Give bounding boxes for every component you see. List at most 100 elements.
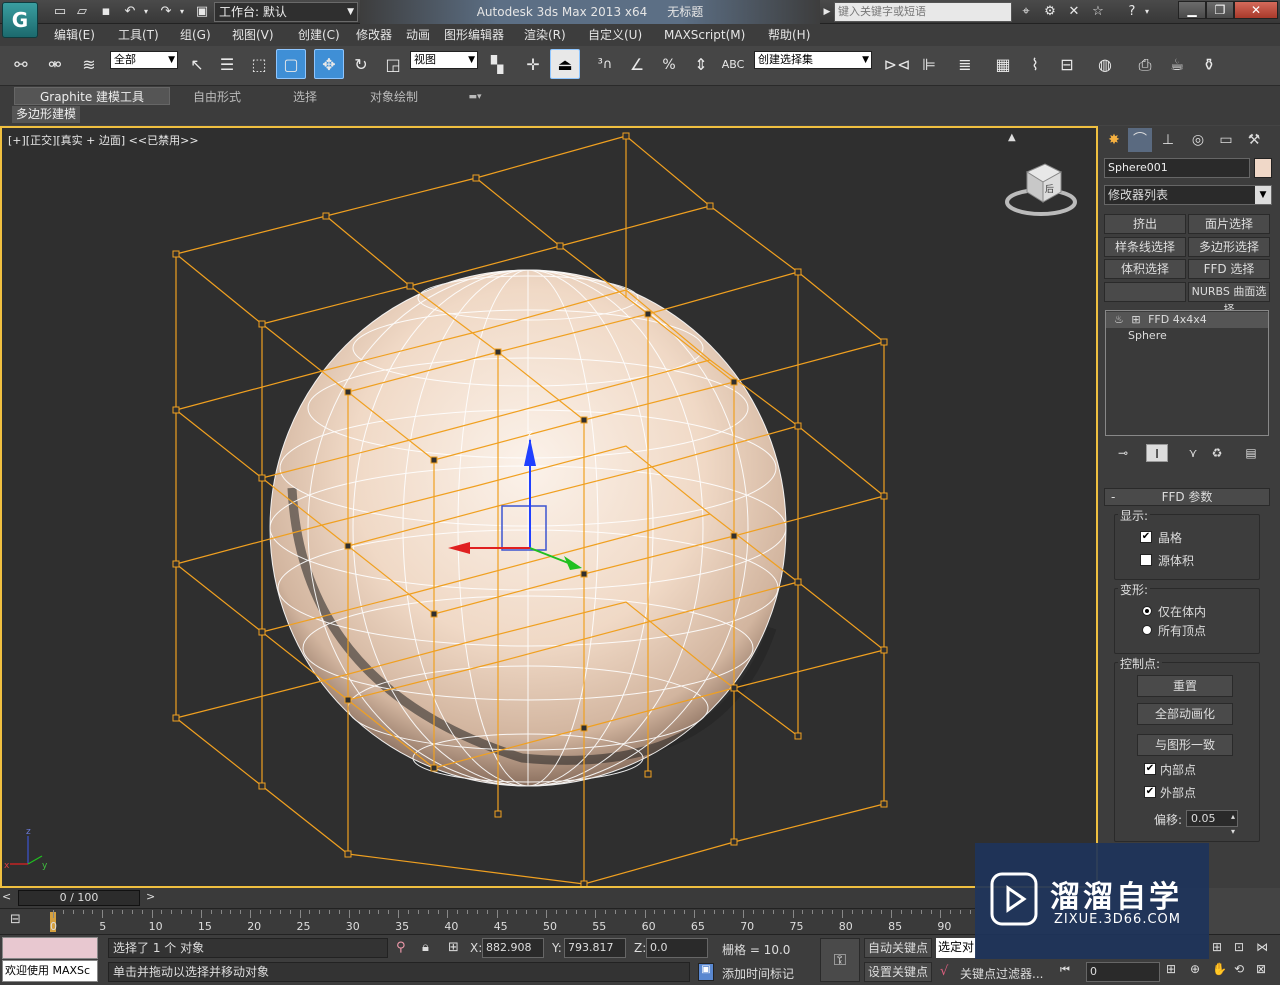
collapse-minus-icon[interactable]: - [1111, 489, 1115, 505]
named-selection-sets-select[interactable]: 创建选择集 ▼ [754, 51, 872, 69]
patch-select-button[interactable]: 面片选择 [1188, 214, 1270, 234]
y-coordinate-field[interactable]: 793.817 [564, 938, 626, 958]
zoom-icon[interactable]: ⊕ [1190, 962, 1200, 976]
auto-key-button[interactable]: 自动关键点 [864, 938, 932, 958]
ribbon-options-dropdown-icon[interactable]: ▬▾ [460, 88, 490, 106]
hierarchy-panel-icon[interactable]: ⊥ [1156, 128, 1180, 152]
modifier-list-select[interactable]: 修改器列表 ▼ [1104, 185, 1272, 205]
make-unique-icon[interactable]: ⋎ [1182, 444, 1204, 462]
motion-panel-icon[interactable]: ◎ [1186, 128, 1210, 152]
tab-freeform[interactable]: 自由形式 [180, 88, 254, 106]
inside-volume-radio[interactable] [1142, 606, 1152, 616]
isolate-selection-icon[interactable]: ⚲ [396, 940, 406, 955]
layer-manager-icon[interactable]: ≣ [950, 50, 980, 80]
menu-item[interactable]: 自定义(U) [588, 24, 642, 46]
menu-item[interactable]: 编辑(E) [54, 24, 95, 46]
percent-snap-icon[interactable]: % [654, 50, 684, 80]
offset-spinner[interactable]: 0.05 ▴ ▾ [1186, 810, 1238, 836]
open-file-icon[interactable]: ▱ [72, 3, 92, 21]
z-coordinate-field[interactable]: 0.0 [646, 938, 708, 958]
time-prev-icon[interactable]: < [2, 890, 11, 903]
object-name-field[interactable]: Sphere001 [1104, 158, 1250, 178]
absolute-mode-icon[interactable]: ⊞ [448, 940, 459, 955]
lattice-checkbox[interactable]: ✔ [1140, 531, 1152, 543]
key-filters-button[interactable]: 关键点过滤器... [960, 965, 1043, 982]
favorites-star-icon[interactable]: ☆ [1088, 3, 1108, 21]
spline-select-button[interactable]: 样条线选择 [1104, 237, 1186, 257]
save-file-icon[interactable]: ▪ [96, 3, 116, 21]
new-file-icon[interactable]: ▭ [50, 3, 70, 21]
select-and-manipulate-icon[interactable]: ✛ [518, 50, 548, 80]
object-color-swatch[interactable] [1254, 158, 1272, 178]
selection-filter-select[interactable]: 全部 ▼ [110, 51, 178, 69]
time-next-icon[interactable]: > [146, 890, 155, 903]
help-icon[interactable]: ? [1122, 3, 1142, 21]
maximize-viewport-icon[interactable]: ⊠ [1256, 962, 1266, 976]
menu-item[interactable]: MAXScript(M) [664, 24, 745, 46]
material-editor-icon[interactable]: ◍ [1090, 50, 1120, 80]
polygon-modeling-panel[interactable]: 多边形建模 [12, 106, 80, 123]
render-production-icon[interactable]: ⚱ [1194, 50, 1224, 80]
poly-select-button[interactable]: 多边形选择 [1188, 237, 1270, 257]
modify-panel-icon[interactable]: ⌒ [1128, 128, 1152, 152]
unlink-selection-icon[interactable]: ⚮ [40, 50, 70, 80]
window-crossing-icon[interactable]: ▢ [276, 49, 306, 79]
select-and-link-icon[interactable]: ⚯ [6, 50, 36, 80]
menu-item[interactable]: 渲染(R) [524, 24, 566, 46]
spinner-snap-icon[interactable]: ⇕ [686, 50, 716, 80]
all-vertices-radio[interactable] [1142, 625, 1152, 635]
rectangular-selection-region-icon[interactable]: ⬚ [244, 50, 274, 80]
select-by-name-icon[interactable]: ☰ [212, 50, 242, 80]
bind-to-space-warp-icon[interactable]: ≋ [74, 50, 104, 80]
perspective-viewport[interactable]: [+][正交][真实 + 边面] <<已禁用>> ▲ z z x y 后 [0, 126, 1098, 888]
empty-modifier-slot[interactable] [1104, 282, 1186, 302]
selection-lock-icon[interactable]: 🔒︎ [422, 940, 429, 955]
edit-named-selection-icon[interactable]: ABC [718, 50, 748, 80]
create-panel-icon[interactable]: ✸ [1102, 128, 1126, 152]
angle-snap-icon[interactable]: ∠ [622, 50, 652, 80]
time-configuration-icon[interactable]: ⊞ [1166, 962, 1176, 976]
menu-item[interactable]: 图形编辑器 [444, 24, 504, 46]
rendered-frame-window-icon[interactable]: ☕ [1162, 50, 1192, 80]
set-key-button[interactable]: 设置关键点 [864, 962, 932, 982]
key-mode-select[interactable]: 选定对 [936, 938, 976, 958]
project-folder-icon[interactable]: ▣ [192, 3, 212, 21]
close-button[interactable]: ✕ [1234, 1, 1278, 19]
search-expand-icon[interactable]: ▶ [822, 3, 832, 21]
workspace-select[interactable]: 工作台: 默认 ▼ [214, 2, 358, 22]
menu-item[interactable]: 修改器 [356, 24, 392, 46]
viewcube-icon[interactable]: 后 [1005, 158, 1077, 218]
maxscript-listener-mini[interactable] [2, 937, 98, 959]
maxscript-welcome[interactable]: 欢迎使用 MAXSc [2, 960, 98, 982]
redo-dropdown-icon[interactable]: ▾ [176, 3, 188, 21]
display-panel-icon[interactable]: ▭ [1214, 128, 1238, 152]
menu-item[interactable]: 组(G) [180, 24, 211, 46]
ffd-select-button[interactable]: FFD 选择 [1188, 259, 1270, 279]
track-bar-menu-icon[interactable]: ⊟ [10, 912, 21, 927]
reset-button[interactable]: 重置 [1137, 675, 1233, 697]
stack-item-ffd[interactable]: ♨ ⊞ FFD 4x4x4 [1106, 312, 1268, 328]
keyboard-shortcut-override-icon[interactable]: ⏏ [550, 49, 580, 79]
set-key-icon[interactable]: ⚿ [820, 938, 860, 982]
select-and-move-icon[interactable]: ✥ [314, 49, 344, 79]
curve-editor-icon[interactable]: ⌇ [1020, 50, 1050, 80]
orbit-icon[interactable]: ⟲ [1234, 962, 1244, 976]
menu-item[interactable]: 动画 [406, 24, 430, 46]
zoom-extents-all-icon[interactable]: ⊞ [1212, 940, 1222, 954]
source-volume-checkbox[interactable] [1140, 554, 1152, 566]
search-input[interactable]: 键入关键字或短语 [834, 2, 1012, 22]
time-tag-icon[interactable]: ▣ [698, 963, 714, 981]
restore-button[interactable]: ❐ [1206, 1, 1234, 19]
key-filters-icon[interactable]: √ [940, 964, 948, 979]
conform-to-shape-button[interactable]: 与图形一致 [1137, 734, 1233, 756]
select-and-scale-icon[interactable]: ◲ [378, 50, 408, 80]
undo-dropdown-icon[interactable]: ▾ [140, 3, 152, 21]
expand-plus-icon[interactable]: ⊞ [1131, 313, 1140, 326]
zoom-extents-icon[interactable]: ⊡ [1234, 940, 1244, 954]
app-menu-logo-icon[interactable]: G [2, 2, 38, 38]
current-frame-field[interactable]: 0 [1086, 962, 1160, 982]
tab-graphite-modeling[interactable]: Graphite 建模工具 [14, 87, 170, 105]
reference-coordinate-select[interactable]: 视图 ▼ [410, 51, 478, 69]
exterior-points-checkbox[interactable]: ✔ [1144, 786, 1156, 798]
communication-icon[interactable]: ✕ [1064, 3, 1084, 21]
